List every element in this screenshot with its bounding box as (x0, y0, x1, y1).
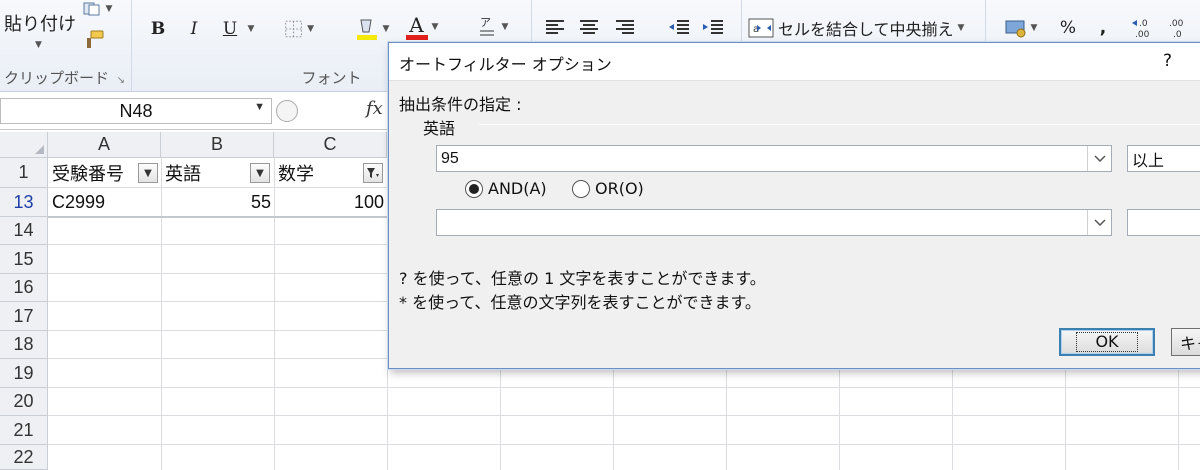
radio-selected-icon (465, 179, 483, 198)
comma-button[interactable]: , (1094, 14, 1112, 42)
wildcard-hint-asterisk: * を使って、任意の文字列を表すことができます。 (399, 293, 761, 312)
divider (479, 124, 1200, 125)
bold-button[interactable]: B (146, 16, 170, 42)
cell-c1[interactable]: 数学 (275, 159, 361, 187)
radio-unselected-icon (572, 179, 590, 198)
align-center-icon[interactable] (576, 14, 602, 40)
increase-decimal-icon[interactable]: .0.00 (1130, 14, 1160, 42)
name-box-value: N48 (119, 100, 153, 121)
cancel-button[interactable]: キャンセル (1171, 328, 1200, 356)
grid-line (48, 415, 1200, 416)
and-radio[interactable]: AND(A) (465, 179, 547, 198)
decrease-decimal-icon[interactable]: .00.0 (1164, 14, 1194, 42)
cell-b1[interactable]: 英語 (162, 159, 248, 187)
name-box[interactable]: N48 ▼ (0, 98, 272, 124)
condition1-value-combobox[interactable]: 95 (436, 145, 1112, 172)
svg-text:.0: .0 (1173, 30, 1182, 39)
row-header[interactable]: 13 (0, 188, 48, 217)
filter-funnel-icon (367, 168, 379, 178)
condition1-operator: 以上 (1132, 152, 1165, 170)
condition2-value-combobox[interactable] (436, 209, 1112, 236)
column-header-c[interactable]: C (274, 132, 387, 158)
align-left-icon[interactable] (542, 14, 568, 40)
row-header[interactable]: 16 (0, 274, 48, 302)
cell-b13[interactable]: 55 (162, 189, 274, 216)
filter-dropdown-button-b[interactable]: ▼ (250, 163, 270, 183)
svg-text:.0: .0 (1139, 19, 1148, 29)
criteria-label: 抽出条件の指定 : (399, 95, 522, 114)
row-header[interactable]: 19 (0, 359, 48, 388)
accounting-format-icon[interactable]: ▼ (1000, 14, 1042, 42)
column-header-b[interactable]: B (161, 132, 274, 158)
dialog-titlebar[interactable]: オートフィルター オプション ? (389, 43, 1200, 81)
formula-bar-handle-icon[interactable] (276, 100, 298, 122)
percent-button[interactable]: % (1056, 14, 1080, 42)
dialog-title: オートフィルター オプション (399, 55, 612, 74)
paste-dropdown-icon[interactable]: ▼ (35, 40, 42, 50)
chevron-down-icon[interactable] (1087, 210, 1111, 235)
cell-a1[interactable]: 受験番号 (49, 159, 135, 187)
clipboard-group-label: クリップボード (4, 69, 110, 87)
chevron-down-icon: ▼ (144, 167, 152, 179)
clipboard-group: 貼り付け ▼ ▼ クリップボード ↘ (0, 0, 132, 92)
or-radio[interactable]: OR(O) (572, 179, 644, 198)
underline-dropdown-icon[interactable]: ▼ (244, 16, 258, 42)
increase-indent-icon[interactable] (700, 14, 726, 40)
font-color-button[interactable]: A ▼ (402, 10, 442, 44)
wildcard-hint-question: ? を使って、任意の 1 文字を表すことができます。 (399, 269, 766, 288)
chevron-down-icon[interactable] (1087, 146, 1111, 171)
clipboard-launcher-icon[interactable]: ↘ (117, 75, 125, 86)
svg-text:.00: .00 (1135, 30, 1150, 39)
merge-center-button[interactable]: a セルを結合して中央揃え ▼ (748, 14, 980, 42)
ok-button-label: OK (1076, 332, 1138, 352)
row-header[interactable]: 20 (0, 388, 48, 416)
insert-function-button[interactable]: fx (366, 98, 383, 119)
cell-c13[interactable]: 100 (275, 189, 387, 216)
or-radio-label: OR(O) (595, 179, 644, 198)
ok-button[interactable]: OK (1059, 328, 1155, 356)
copy-icon[interactable]: ▼ (80, 0, 114, 18)
name-box-dropdown-icon[interactable]: ▼ (254, 101, 265, 113)
chevron-down-icon: ▼ (256, 167, 264, 179)
font-color-label: A (409, 12, 424, 37)
row-header[interactable]: 18 (0, 331, 48, 359)
paste-button[interactable]: 貼り付け (4, 10, 76, 36)
field-name-label: 英語 (423, 119, 456, 138)
column-header-a[interactable]: A (48, 132, 161, 158)
format-painter-icon[interactable] (80, 28, 108, 52)
text-direction-icon[interactable]: ア ▼ (472, 10, 512, 44)
cell-a13[interactable]: C2999 (49, 189, 161, 216)
row-header[interactable]: 22 (0, 445, 48, 470)
grid-line (48, 387, 1200, 388)
and-radio-label: AND(A) (488, 179, 547, 198)
condition1-value: 95 (441, 149, 459, 167)
cancel-button-label: キャンセル (1180, 334, 1200, 353)
svg-text:ア: ア (480, 16, 491, 29)
svg-text:.00: .00 (1169, 19, 1184, 29)
row-header[interactable]: 15 (0, 245, 48, 274)
grid-line (48, 444, 1200, 445)
row-header[interactable]: 14 (0, 217, 48, 245)
row-header[interactable]: 21 (0, 416, 48, 445)
help-button[interactable]: ? (1163, 51, 1172, 71)
merge-center-label: セルを結合して中央揃え (778, 20, 954, 39)
decrease-indent-icon[interactable] (666, 14, 692, 40)
select-all-corner[interactable] (0, 132, 48, 158)
autofilter-options-dialog: オートフィルター オプション ? 抽出条件の指定 : 英語 95 以上 AND(… (388, 42, 1200, 369)
filter-dropdown-button-a[interactable]: ▼ (138, 163, 158, 183)
border-icon[interactable]: ▼ (284, 14, 314, 44)
row-header[interactable]: 1 (0, 158, 48, 188)
condition1-operator-combobox[interactable]: 以上 (1127, 145, 1200, 172)
italic-button[interactable]: I (182, 16, 206, 42)
align-right-icon[interactable] (612, 14, 638, 40)
underline-button[interactable]: U (218, 16, 242, 42)
row-header[interactable]: 17 (0, 302, 48, 331)
fill-color-icon[interactable]: ▼ (352, 14, 392, 44)
condition2-operator-combobox[interactable] (1127, 209, 1200, 236)
filter-active-button-c[interactable] (363, 163, 383, 183)
